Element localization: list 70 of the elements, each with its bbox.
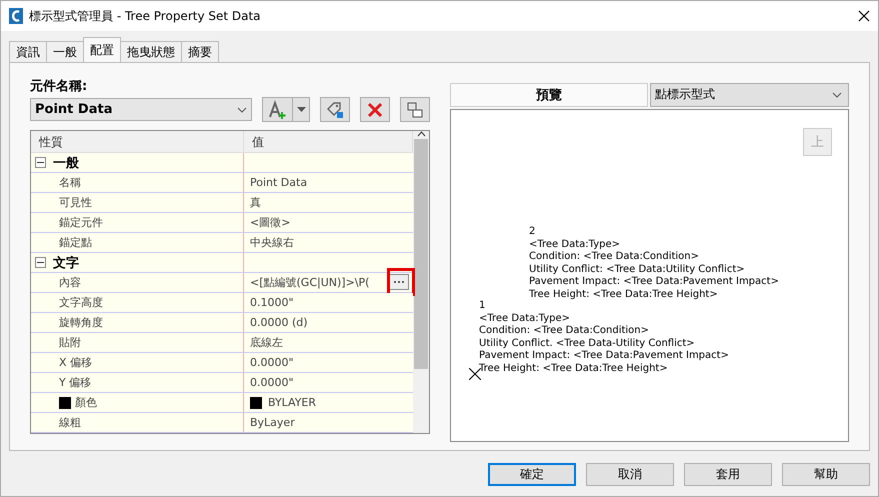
property-value: 0.0000 (d)	[249, 315, 309, 331]
collapse-icon[interactable]	[34, 157, 46, 168]
label-text: Utility Conflict. <Tree Data-Utility Conflict>	[479, 338, 695, 350]
dialog-button[interactable]: 取消	[586, 463, 674, 486]
preview-title: 預覽	[450, 83, 648, 107]
property-value: <[點編號(GC|UN)]>\P(	[249, 275, 370, 291]
app-logo-icon	[9, 8, 23, 24]
scroll-up-icon[interactable]	[416, 131, 426, 137]
property-value: 底線左	[249, 335, 284, 351]
property-name: 顏色	[49, 393, 244, 412]
delete-button[interactable]	[360, 97, 390, 122]
property-name: 名稱	[49, 173, 244, 192]
property-value: 0.0000"	[249, 355, 295, 371]
copy-button[interactable]	[400, 97, 430, 122]
label-text: <Tree Data:Type>	[479, 312, 570, 325]
label-text: Condition: <Tree Data:Condition>	[529, 251, 700, 264]
property-name: X 偏移	[49, 353, 244, 372]
label-number: 2	[529, 226, 536, 239]
property-value: 0.0000"	[249, 375, 295, 391]
property-value: Point Data	[249, 175, 308, 191]
property-name: Y 偏移	[49, 373, 244, 392]
window-title: 標示型式管理員 - Tree Property Set Data	[29, 8, 262, 24]
letter-plus-icon	[268, 100, 288, 120]
property-name: 文字高度	[49, 293, 244, 312]
property-name: 線粗	[49, 413, 244, 432]
label-text: Utility Conflict: <Tree Data:Utility Conflict>	[529, 264, 745, 276]
tag-button[interactable]	[320, 97, 350, 122]
property-name: 錨定點	[49, 233, 244, 252]
caret-icon	[296, 107, 306, 112]
tab[interactable]: 資訊	[9, 41, 47, 62]
property-name: 旋轉角度	[49, 313, 244, 332]
property-value: <圖徵>	[249, 215, 292, 231]
ellipsis-button[interactable]	[389, 274, 409, 290]
scrollbar[interactable]	[413, 131, 429, 433]
property-value: ByLayer	[249, 415, 296, 431]
component-name-label: 元件名稱:	[30, 78, 88, 95]
component-dropdown[interactable]: Point Data	[30, 98, 252, 121]
category-name: 文字	[49, 253, 244, 272]
tab[interactable]: 配置	[83, 37, 121, 62]
chevron-down-icon	[832, 92, 842, 98]
color-swatch	[250, 396, 262, 408]
style-dropdown[interactable]: 點標示型式	[650, 83, 849, 107]
close-icon[interactable]	[858, 10, 870, 22]
property-name: 貼附	[49, 333, 244, 352]
label-text: Condition: <Tree Data:Condition>	[479, 325, 650, 338]
property-value: 中央線右	[249, 235, 295, 251]
property-name: 可見性	[49, 193, 244, 212]
label-number: 1	[479, 300, 486, 313]
label-text: Pavement Impact: <Tree Data:Pavement Impact>	[479, 350, 729, 363]
label-text: Pavement Impact: <Tree Data:Pavement Impact>	[529, 276, 779, 289]
tag-icon	[326, 100, 344, 118]
label-text: Tree Height: <Tree Data:Tree Height>	[479, 362, 668, 376]
copy-icon	[406, 100, 424, 118]
property-name: 內容	[49, 273, 244, 292]
category-name: 一般	[49, 153, 244, 172]
property-value: BYLAYER	[244, 393, 413, 412]
delete-icon	[367, 102, 383, 118]
property-value: 0.1000"	[249, 295, 295, 311]
cross-marker-icon	[469, 368, 481, 380]
property-name: 錨定元件	[49, 213, 244, 232]
tab[interactable]: 摘要	[181, 41, 219, 62]
property-value: 真	[249, 195, 262, 211]
dialog-button[interactable]: 確定	[488, 463, 576, 486]
add-text-split-button[interactable]	[262, 97, 310, 122]
collapse-icon[interactable]	[34, 257, 46, 268]
chevron-down-icon	[237, 106, 247, 112]
label-text: Tree Height: <Tree Data:Tree Height>	[529, 288, 718, 302]
dialog-button[interactable]: 套用	[684, 463, 772, 486]
dialog-button[interactable]: 幫助	[782, 463, 870, 486]
label-text: <Tree Data:Type>	[529, 238, 620, 251]
